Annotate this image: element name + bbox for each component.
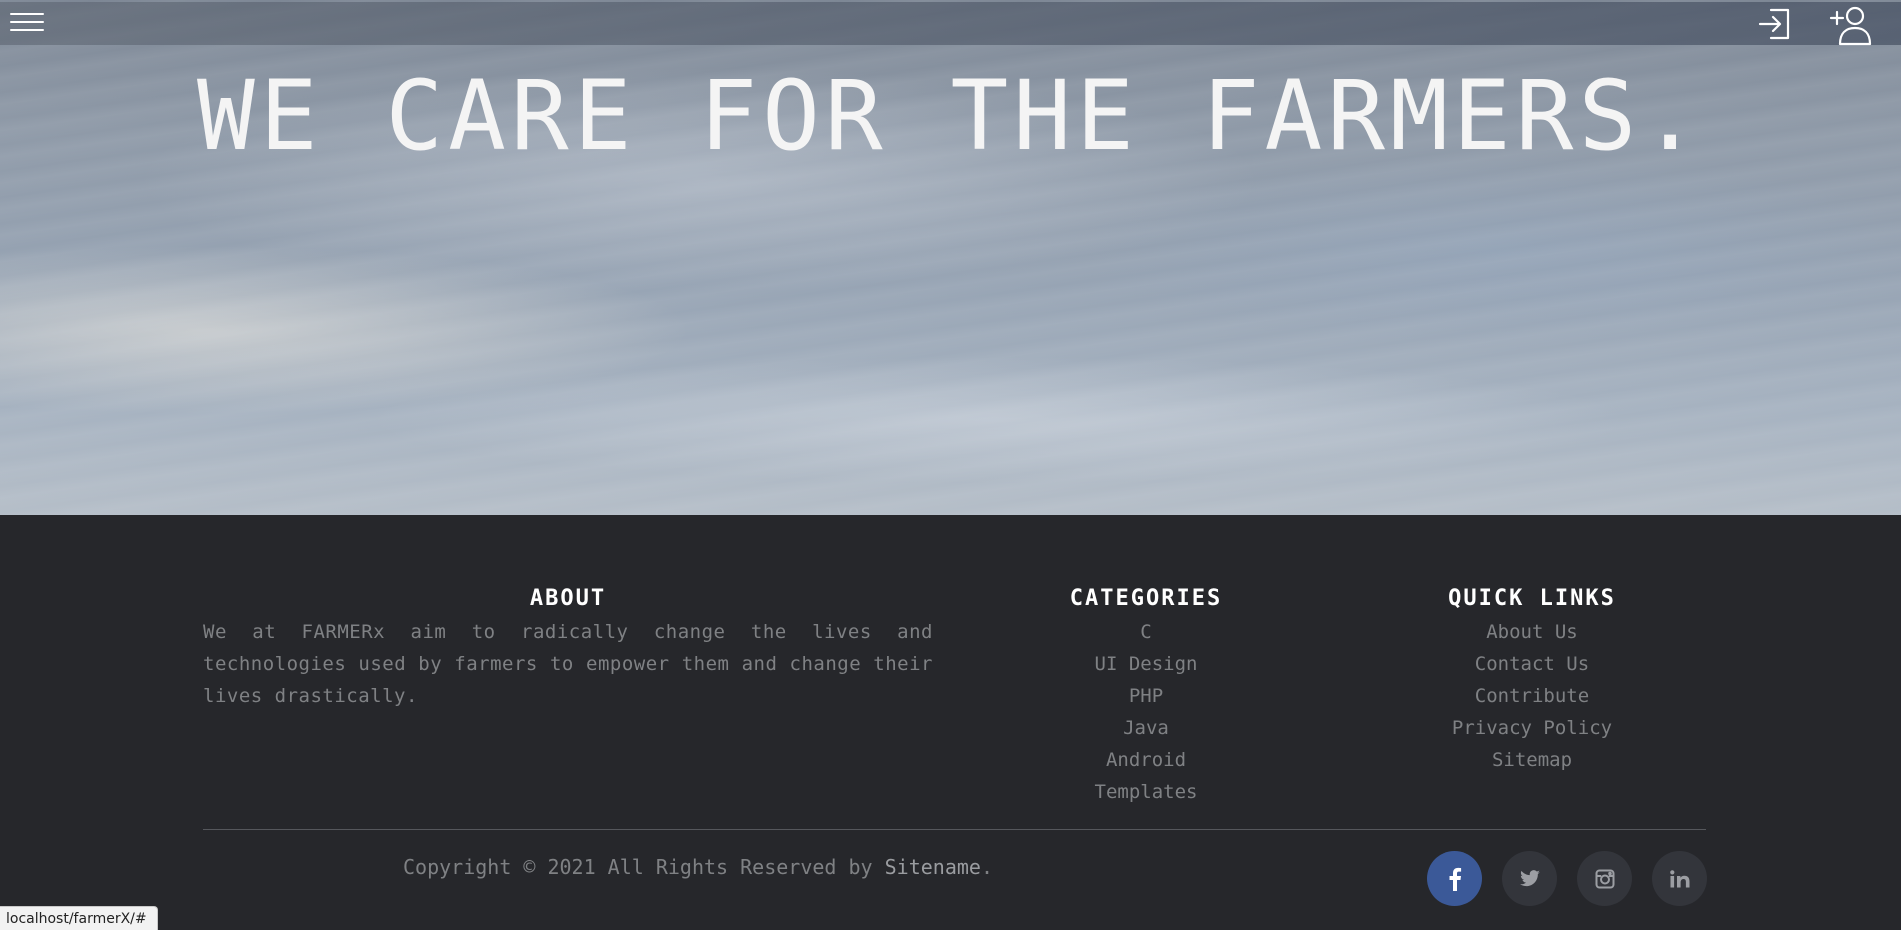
category-link-php[interactable]: PHP [1036,680,1256,712]
site-footer: ABOUT We at FARMERx aim to radically cha… [0,515,1901,930]
quick-link-privacy-policy[interactable]: Privacy Policy [1412,712,1652,744]
hamburger-menu-icon[interactable] [10,13,44,37]
about-heading: ABOUT [529,586,607,611]
copyright-text: Copyright © 2021 All Rights Reserved by … [203,855,1193,879]
quick-link-contribute[interactable]: Contribute [1412,680,1652,712]
twitter-icon[interactable] [1502,851,1557,906]
category-link-android[interactable]: Android [1036,744,1256,776]
copyright-prefix: Copyright © 2021 All Rights Reserved by [402,855,885,879]
category-link-java[interactable]: Java [1036,712,1256,744]
quick-links-heading: QUICK LINKS [1448,586,1616,611]
quick-link-contact-us[interactable]: Contact Us [1412,648,1652,680]
footer-divider [203,829,1706,830]
top-navbar [0,2,1901,46]
hero-banner: WE CARE FOR THE FARMERS. [0,0,1901,515]
linkedin-icon[interactable] [1652,851,1707,906]
categories-list: C UI Design PHP Java Android Templates [1036,616,1256,808]
copyright-suffix: . [980,855,993,879]
quick-link-sitemap[interactable]: Sitemap [1412,744,1652,776]
category-link-ui-design[interactable]: UI Design [1036,648,1256,680]
browser-status-url: localhost/farmerX/# [0,906,158,930]
quick-links-list: About Us Contact Us Contribute Privacy P… [1412,616,1652,776]
quick-link-about-us[interactable]: About Us [1412,616,1652,648]
about-text: We at FARMERx aim to radically change th… [203,621,933,707]
facebook-icon[interactable] [1427,851,1482,906]
hero-title: WE CARE FOR THE FARMERS. [196,60,1705,172]
sign-in-icon[interactable] [1757,6,1793,42]
category-link-c[interactable]: C [1036,616,1256,648]
category-link-templates[interactable]: Templates [1036,776,1256,808]
user-plus-icon[interactable] [1829,4,1873,46]
instagram-icon[interactable] [1577,851,1632,906]
categories-heading: CATEGORIES [1069,586,1223,611]
sitename-link[interactable]: Sitename [885,855,981,879]
